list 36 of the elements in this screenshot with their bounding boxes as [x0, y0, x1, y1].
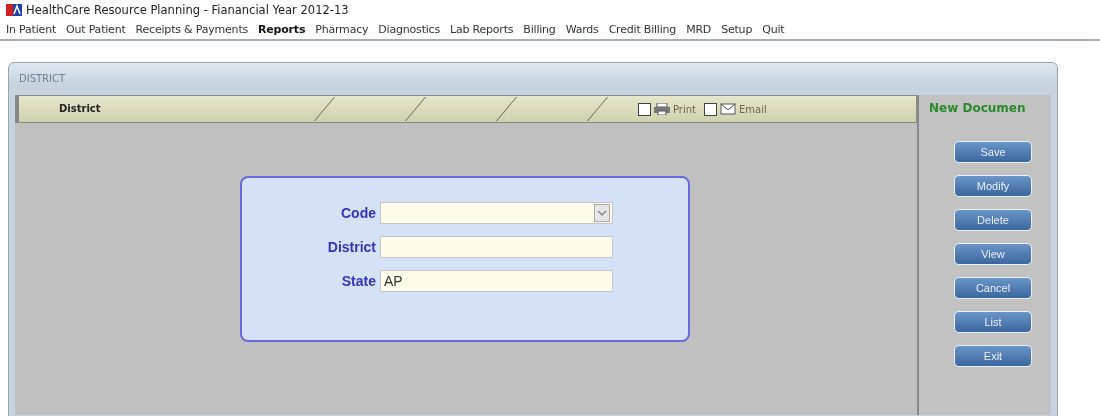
menu-item[interactable]: Pharmacy — [315, 23, 369, 36]
menu-item[interactable]: Quit — [762, 23, 785, 36]
input-field[interactable]: AP — [380, 270, 613, 292]
menu-item[interactable]: Wards — [565, 23, 599, 36]
action-button[interactable]: List — [954, 311, 1032, 333]
action-button[interactable]: View — [954, 243, 1032, 265]
menu-item[interactable]: Lab Reports — [450, 23, 514, 36]
form-caption: DISTRICT — [18, 72, 67, 86]
menu-item[interactable]: Billing — [523, 23, 556, 36]
app-logo-icon — [6, 4, 22, 16]
menu-item[interactable]: Out Patient — [66, 23, 126, 36]
menu-item[interactable]: In Patient — [6, 23, 56, 36]
printer-icon — [654, 103, 670, 115]
checkbox[interactable] — [704, 102, 717, 116]
window-title: HealthCare Resource Planning - Fianancial Year 2012-13 — [26, 3, 349, 17]
menu-item[interactable]: Diagnostics — [378, 23, 440, 36]
field-label: State — [340, 273, 376, 289]
action-button[interactable]: Cancel — [954, 277, 1032, 299]
checkbox-label: Print — [673, 103, 696, 115]
checkbox-label: Email — [739, 103, 767, 115]
action-button[interactable]: Delete — [954, 209, 1032, 231]
field-label: Code — [340, 205, 376, 221]
menu-item[interactable]: Receipts & Payments — [135, 23, 249, 36]
tab[interactable]: District — [19, 96, 324, 122]
checkbox[interactable] — [638, 102, 651, 116]
menu-item[interactable]: Setup — [721, 23, 753, 36]
action-button[interactable]: Exit — [954, 345, 1032, 367]
menu-item[interactable]: MRD — [686, 23, 712, 36]
action-button[interactable]: Modify — [954, 175, 1032, 197]
field-label: District — [326, 239, 376, 255]
action-button[interactable]: Save — [954, 141, 1032, 163]
menu-item[interactable]: Reports — [258, 23, 306, 36]
document-status: New Documen — [928, 100, 1026, 117]
menu-item[interactable]: Credit Billing — [608, 23, 677, 36]
envelope-icon — [720, 103, 736, 115]
input-field[interactable] — [380, 236, 613, 258]
